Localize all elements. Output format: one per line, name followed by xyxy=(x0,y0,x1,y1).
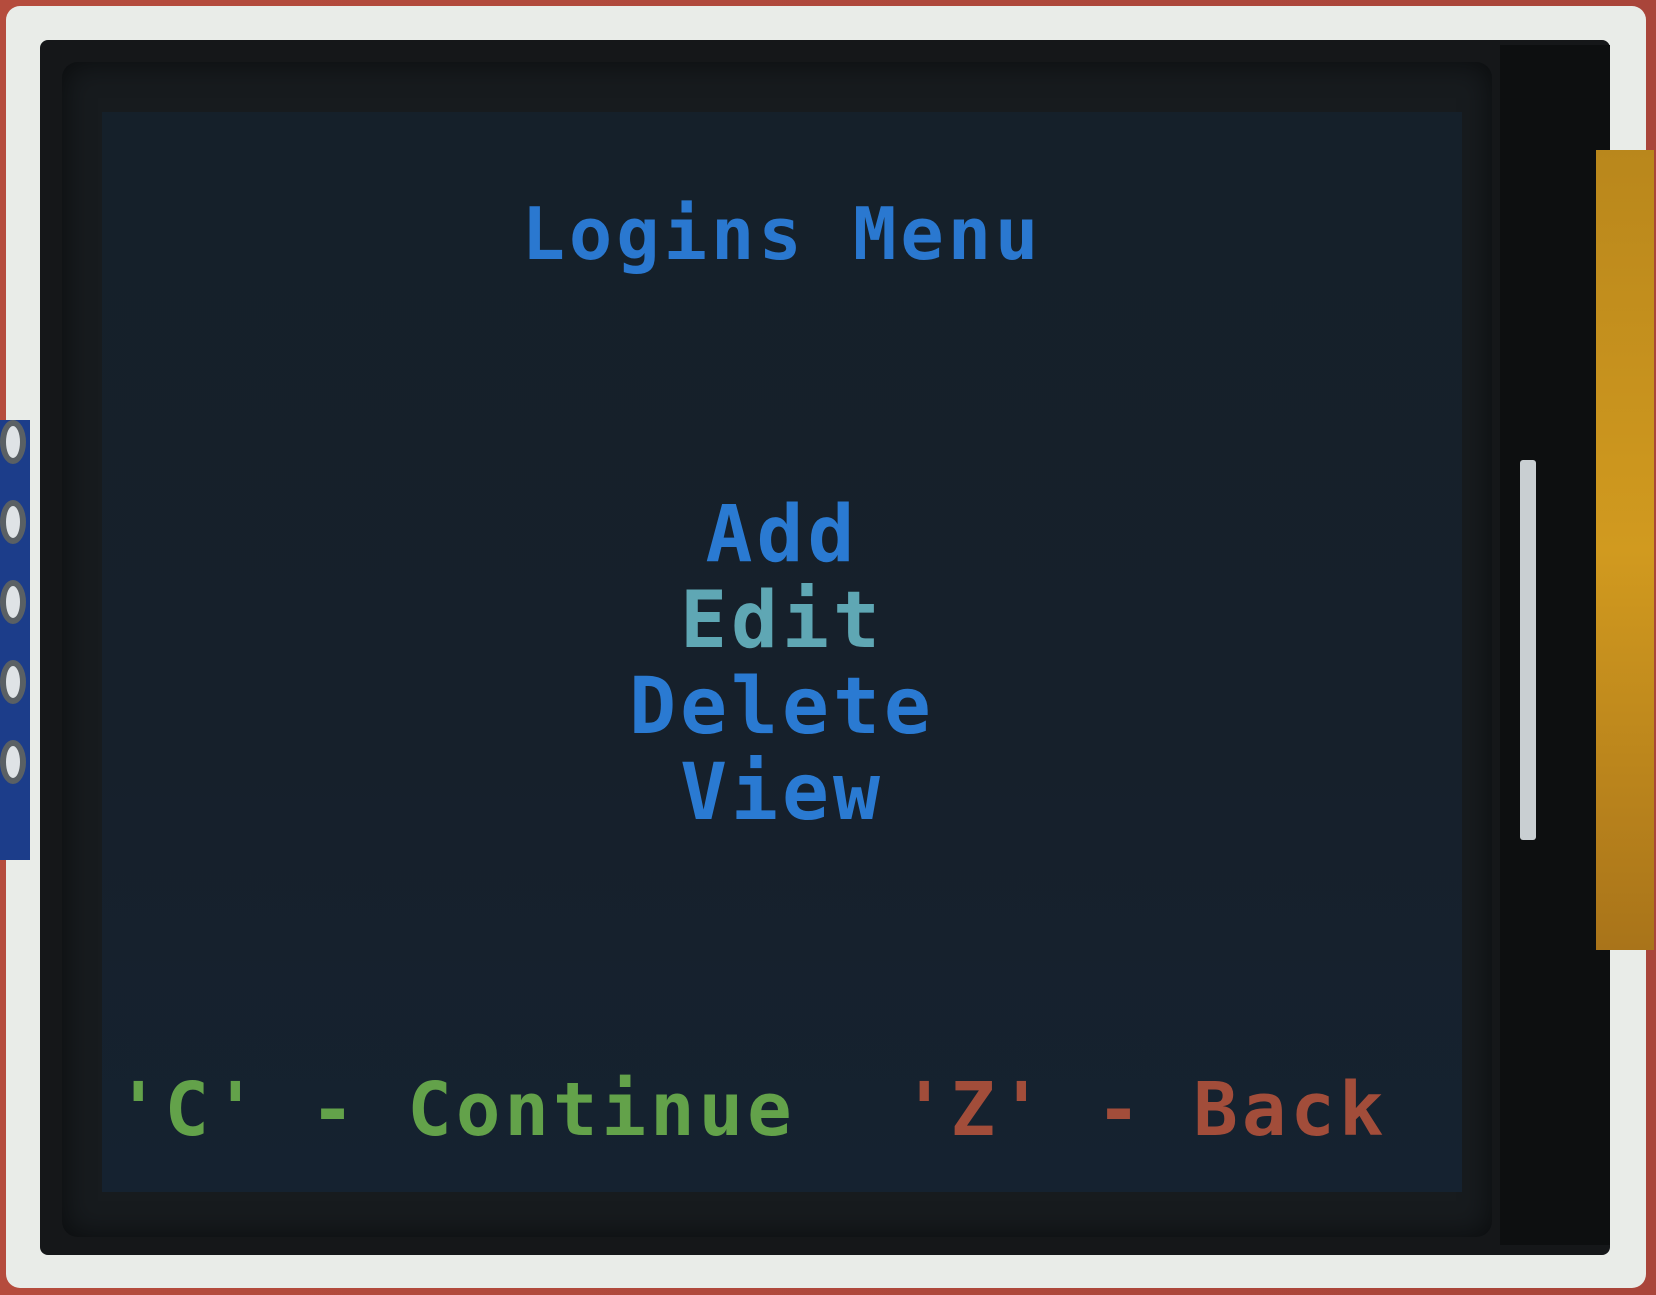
display-side-reflection xyxy=(1520,460,1536,840)
menu-title: Logins Menu xyxy=(521,192,1043,276)
flex-ribbon-cable xyxy=(1596,150,1654,950)
header-pin xyxy=(0,660,26,704)
back-key-hint: 'Z' - Back xyxy=(902,1067,1388,1153)
display-side-edge xyxy=(1500,45,1610,1245)
menu-item-edit[interactable]: Edit xyxy=(102,578,1462,664)
lcd-screen: Logins Menu Add Edit Delete View 'C' - C… xyxy=(62,62,1492,1237)
header-pin xyxy=(0,740,26,784)
header-pin xyxy=(0,420,26,464)
header-pin-strip xyxy=(0,420,30,860)
continue-key-hint: 'C' - Continue xyxy=(116,1067,796,1153)
logins-menu-list: Add Edit Delete View xyxy=(102,492,1462,836)
lcd-active-area: Logins Menu Add Edit Delete View 'C' - C… xyxy=(102,112,1462,1192)
header-pin xyxy=(0,500,26,544)
header-pin xyxy=(0,580,26,624)
menu-item-add[interactable]: Add xyxy=(102,492,1462,578)
menu-item-view[interactable]: View xyxy=(102,750,1462,836)
device-photo: Logins Menu Add Edit Delete View 'C' - C… xyxy=(0,0,1656,1295)
menu-item-delete[interactable]: Delete xyxy=(102,664,1462,750)
